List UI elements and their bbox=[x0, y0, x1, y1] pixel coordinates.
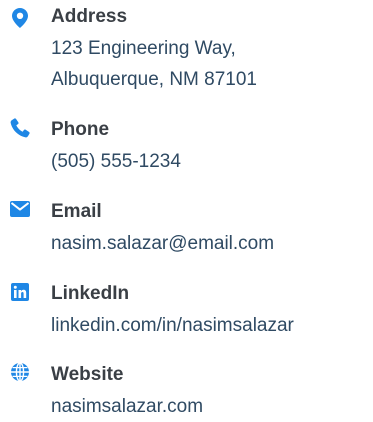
email-value[interactable]: nasim.salazar@email.com bbox=[51, 228, 274, 259]
map-pin-icon bbox=[9, 7, 31, 29]
contact-label-phone: Phone bbox=[51, 119, 110, 140]
address-line-1: 123 Engineering Way, bbox=[51, 38, 236, 59]
address-line-2: Albuquerque, NM 87101 bbox=[51, 69, 257, 90]
envelope-icon bbox=[9, 198, 31, 220]
linkedin-icon bbox=[9, 281, 31, 303]
contact-label-website: Website bbox=[51, 364, 124, 385]
contact-label-email: Email bbox=[51, 201, 102, 222]
website-value[interactable]: nasimsalazar.com bbox=[51, 391, 203, 422]
linkedin-value[interactable]: linkedin.com/in/nasimsalazar bbox=[51, 310, 294, 341]
globe-icon bbox=[9, 361, 31, 383]
contact-label-linkedin: LinkedIn bbox=[51, 283, 130, 304]
contact-label-address: Address bbox=[51, 6, 128, 27]
phone-icon bbox=[9, 117, 31, 139]
phone-value[interactable]: (505) 555-1234 bbox=[51, 146, 181, 177]
